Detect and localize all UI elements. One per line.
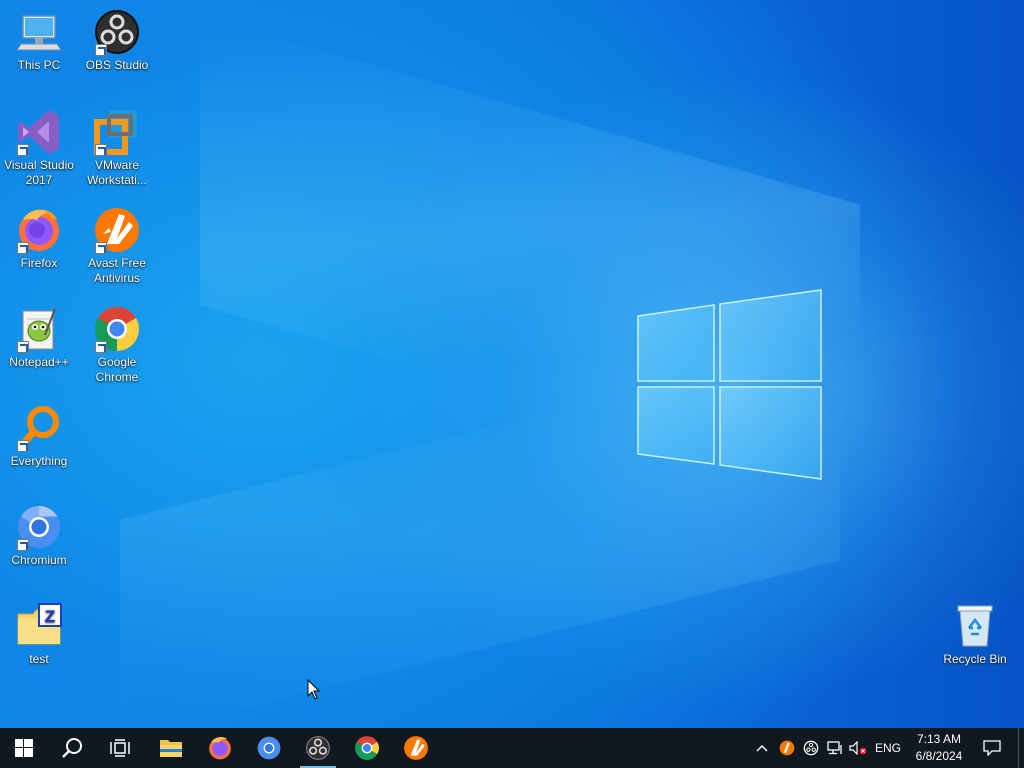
desktop-icon-test[interactable]: Z test: [0, 602, 78, 667]
vmware-icon: [93, 108, 141, 156]
desktop-icon-everything[interactable]: Everything: [0, 404, 78, 469]
clock-date: 6/8/2024: [915, 749, 963, 763]
shortcut-arrow-icon: [17, 440, 29, 452]
icon-label: test: [29, 652, 49, 666]
start-button[interactable]: [0, 728, 48, 768]
windows-logo-icon: [15, 739, 33, 757]
shortcut-arrow-icon: [17, 242, 29, 254]
chevron-up-icon: [756, 745, 768, 752]
volume-muted-icon: [849, 741, 867, 755]
avast-icon: [93, 206, 141, 254]
task-view-icon: [110, 739, 130, 757]
chromium-icon: [15, 503, 63, 551]
windows-logo-wallpaper: [637, 289, 822, 480]
desktop-icon-google-chrome[interactable]: Google Chrome: [78, 305, 156, 385]
shortcut-arrow-icon: [17, 539, 29, 551]
desktop-icon-obs-studio[interactable]: OBS Studio: [78, 8, 156, 73]
taskbar: ENG 7:13 AM 6/8/2024: [0, 728, 1024, 768]
firefox-icon: [209, 737, 231, 760]
icon-label: Recycle Bin: [943, 652, 1007, 666]
shortcut-arrow-icon: [95, 341, 107, 353]
desktop-icon-this-pc[interactable]: This PC: [0, 8, 78, 73]
icon-label: OBS Studio: [85, 58, 149, 72]
language-indicator[interactable]: ENG: [872, 728, 904, 768]
chromium-icon: [257, 736, 281, 760]
icon-label: Firefox: [20, 256, 58, 270]
desktop-icon-vmware[interactable]: VMware Workstati...: [78, 108, 156, 188]
magnifier-icon: [15, 404, 63, 452]
taskbar-firefox[interactable]: [196, 728, 244, 768]
desktop-icon-recycle-bin[interactable]: Recycle Bin: [936, 602, 1014, 667]
search-icon: [62, 738, 82, 758]
taskbar-chromium[interactable]: [245, 728, 293, 768]
obs-icon: [306, 736, 330, 760]
computer-icon: [15, 8, 63, 56]
tray-obs[interactable]: [800, 728, 822, 768]
tray-network[interactable]: [824, 728, 846, 768]
icon-label: Visual Studio 2017: [4, 158, 74, 187]
clock[interactable]: 7:13 AM 6/8/2024: [908, 731, 970, 765]
mouse-pointer-icon: [307, 679, 321, 700]
taskbar-file-explorer[interactable]: [147, 728, 195, 768]
search-button[interactable]: [48, 728, 96, 768]
desktop-icon-avast[interactable]: Avast Free Antivirus: [78, 206, 156, 286]
shortcut-arrow-icon: [95, 242, 107, 254]
recycle-bin-icon: [951, 602, 999, 650]
avast-icon: [779, 740, 795, 756]
desktop-icon-visual-studio[interactable]: Visual Studio 2017: [0, 108, 78, 188]
chrome-icon: [93, 305, 141, 353]
obs-icon: [93, 8, 141, 56]
taskbar-avast[interactable]: [392, 728, 440, 768]
folder-icon: [160, 740, 182, 757]
shortcut-arrow-icon: [17, 144, 29, 156]
icon-label: This PC: [17, 58, 61, 72]
task-view-button[interactable]: [96, 728, 144, 768]
icon-label: Everything: [10, 454, 68, 468]
svg-text:Z: Z: [45, 607, 55, 626]
firefox-icon: [15, 206, 63, 254]
notification-icon: [983, 740, 1001, 756]
desktop-icon-notepad-plus-plus[interactable]: Notepad++: [0, 305, 78, 370]
action-center-button[interactable]: [978, 728, 1006, 768]
icon-label: VMware Workstati...: [87, 158, 147, 187]
show-desktop-button[interactable]: [1018, 728, 1024, 768]
visual-studio-icon: [15, 108, 63, 156]
notepad-plus-plus-icon: [15, 305, 63, 353]
language-label: ENG: [874, 741, 901, 755]
show-hidden-icons-button[interactable]: [752, 728, 772, 768]
tray-avast[interactable]: [776, 728, 798, 768]
shortcut-arrow-icon: [95, 44, 107, 56]
desktop-icon-firefox[interactable]: Firefox: [0, 206, 78, 271]
zip-folder-icon: Z: [15, 602, 63, 650]
icon-label: Avast Free Antivirus: [88, 256, 146, 285]
desktop-icon-chromium[interactable]: Chromium: [0, 503, 78, 568]
desktop-background: This PC Visual Studio 2017 Firefox Notep…: [0, 0, 1024, 728]
icon-label: Chromium: [11, 553, 67, 567]
taskbar-google-chrome[interactable]: [343, 728, 391, 768]
taskbar-obs-studio[interactable]: [294, 728, 342, 768]
icon-label: Google Chrome: [95, 355, 139, 384]
icon-label: Notepad++: [9, 355, 69, 369]
network-icon: [827, 741, 842, 755]
shortcut-arrow-icon: [17, 341, 29, 353]
obs-icon: [803, 740, 819, 756]
shortcut-arrow-icon: [95, 144, 107, 156]
tray-volume[interactable]: [847, 728, 869, 768]
avast-icon: [404, 736, 428, 760]
chrome-icon: [355, 736, 379, 760]
clock-time: 7:13 AM: [916, 732, 962, 746]
